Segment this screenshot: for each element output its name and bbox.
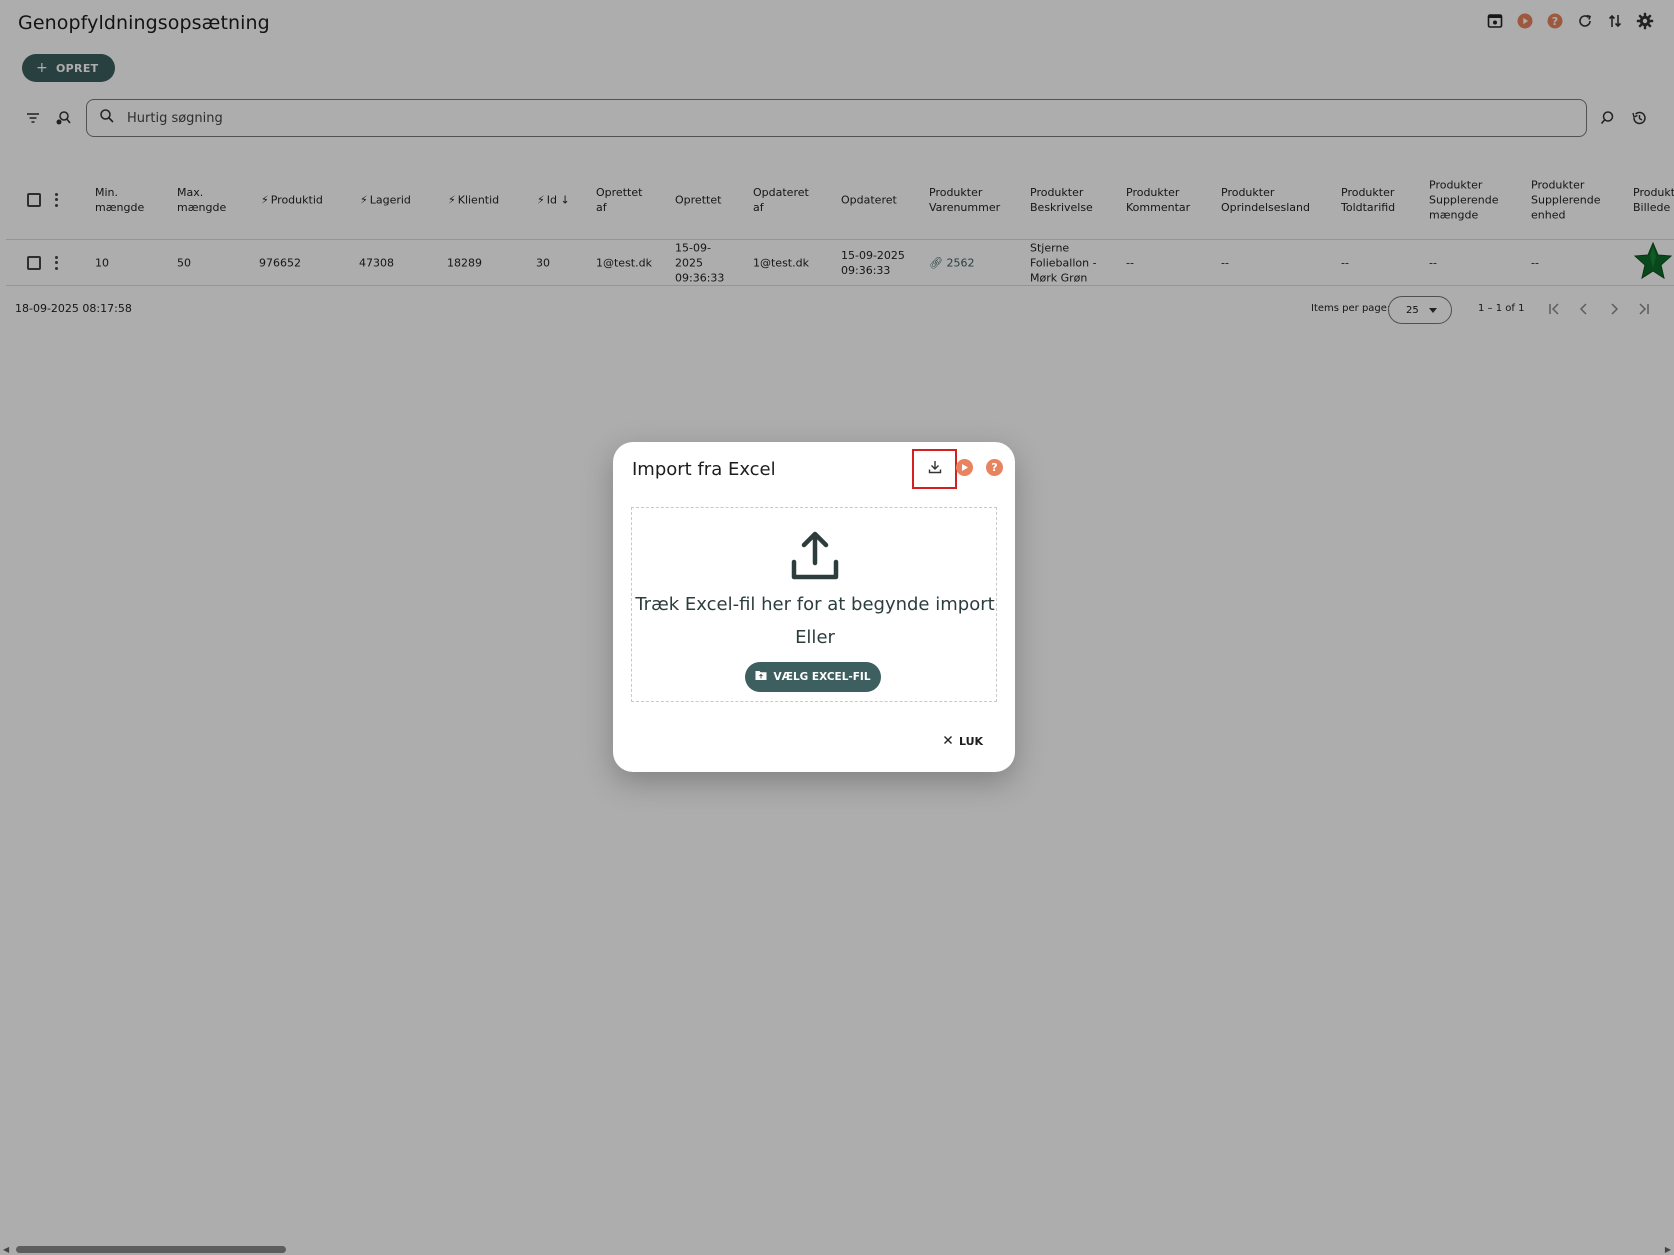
- dropzone-text: Træk Excel-fil her for at begynde import: [635, 594, 995, 615]
- close-dialog-button[interactable]: LUK: [943, 735, 983, 748]
- folder-upload-icon: [755, 670, 767, 684]
- download-template-button[interactable]: [912, 449, 957, 489]
- dialog-title: Import fra Excel: [632, 459, 776, 480]
- choose-excel-file-label: VÆLG EXCEL-FIL: [773, 671, 871, 683]
- download-icon: [927, 459, 943, 479]
- choose-excel-file-button[interactable]: VÆLG EXCEL-FIL: [745, 662, 881, 692]
- dialog-help-icon[interactable]: ?: [986, 459, 1003, 476]
- close-dialog-label: LUK: [959, 735, 984, 748]
- excel-dropzone[interactable]: Træk Excel-fil her for at begynde import…: [631, 507, 997, 702]
- import-excel-dialog: Import fra Excel ? Træk Excel-fil her fo…: [613, 442, 1015, 772]
- upload-icon: [789, 530, 841, 582]
- or-text: Eller: [795, 627, 835, 648]
- close-icon: [943, 735, 953, 748]
- dialog-play-icon[interactable]: [956, 459, 973, 476]
